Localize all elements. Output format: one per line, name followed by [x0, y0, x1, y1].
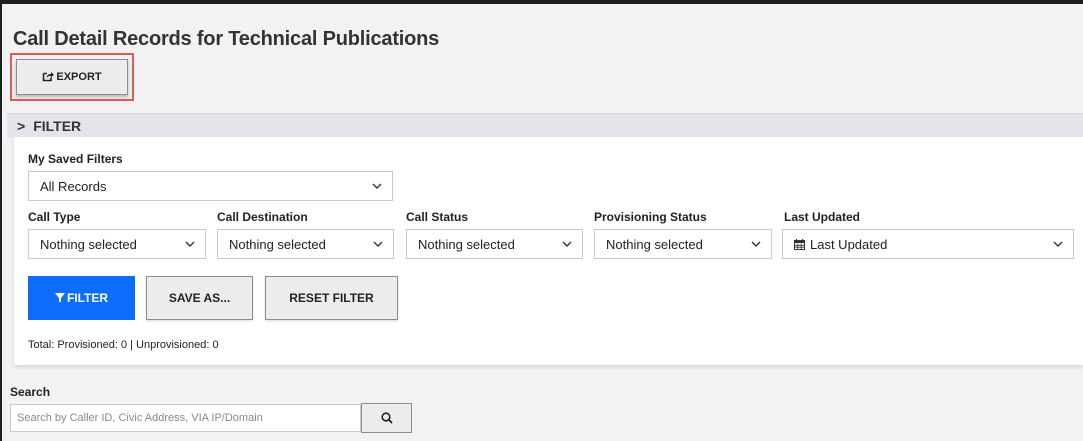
chevron-down-icon	[741, 241, 771, 247]
call-destination-select[interactable]: Nothing selected	[217, 229, 394, 259]
chevron-down-icon	[552, 241, 582, 247]
saved-filters-label: My Saved Filters	[28, 152, 123, 166]
reset-filter-button[interactable]: RESET FILTER	[265, 276, 398, 320]
export-label: EXPORT	[56, 71, 102, 83]
chevron-down-icon	[1043, 241, 1073, 247]
window-left-border	[0, 0, 2, 441]
call-type-value: Nothing selected	[40, 236, 137, 252]
calendar-icon	[794, 238, 805, 250]
last-updated-value: Last Updated	[810, 236, 888, 252]
save-as-label: SAVE AS...	[168, 291, 231, 305]
provisioning-status-value: Nothing selected	[606, 236, 703, 252]
chevron-down-icon	[175, 241, 205, 247]
search-icon	[380, 412, 393, 424]
last-updated-label: Last Updated	[784, 210, 861, 224]
filter-button[interactable]: FILTER	[28, 276, 135, 320]
filter-button-label: FILTER	[66, 291, 109, 305]
call-destination-label: Call Destination	[217, 210, 308, 224]
chevron-down-icon	[363, 241, 393, 247]
chevron-right-icon: >	[17, 118, 26, 134]
last-updated-select[interactable]: Last Updated	[782, 229, 1074, 259]
call-status-value: Nothing selected	[418, 236, 515, 252]
last-updated-field: Last Updated	[783, 237, 1043, 252]
export-button[interactable]: EXPORT	[16, 59, 128, 95]
saved-filters-select[interactable]: All Records	[28, 171, 393, 201]
reset-filter-label: RESET FILTER	[289, 291, 374, 305]
provisioning-status-label: Provisioning Status	[594, 210, 707, 224]
call-status-select[interactable]: Nothing selected	[406, 229, 583, 259]
export-highlight-box: EXPORT	[10, 53, 134, 101]
filter-section-title: FILTER	[33, 118, 82, 134]
call-destination-value: Nothing selected	[229, 236, 326, 252]
filter-section-header[interactable]: > FILTER	[7, 113, 1083, 138]
filter-panel: My Saved Filters All Records Call Type N…	[14, 137, 1083, 365]
saved-filters-value: All Records	[40, 178, 107, 194]
search-label: Search	[10, 385, 51, 399]
call-type-select[interactable]: Nothing selected	[28, 229, 206, 259]
provisioning-totals: Total: Provisioned: 0 | Unprovisioned: 0	[28, 339, 219, 351]
chevron-down-icon	[362, 183, 392, 189]
search-input[interactable]	[10, 404, 361, 432]
filter-icon	[54, 293, 65, 303]
search-button[interactable]	[361, 403, 412, 433]
call-type-label: Call Type	[28, 210, 81, 224]
window-top-border	[0, 0, 1083, 4]
page-title: Call Detail Records for Technical Public…	[13, 28, 440, 50]
save-as-button[interactable]: SAVE AS...	[146, 276, 253, 320]
call-status-label: Call Status	[406, 210, 469, 224]
provisioning-status-select[interactable]: Nothing selected	[594, 229, 772, 259]
share-square-icon	[42, 70, 56, 85]
